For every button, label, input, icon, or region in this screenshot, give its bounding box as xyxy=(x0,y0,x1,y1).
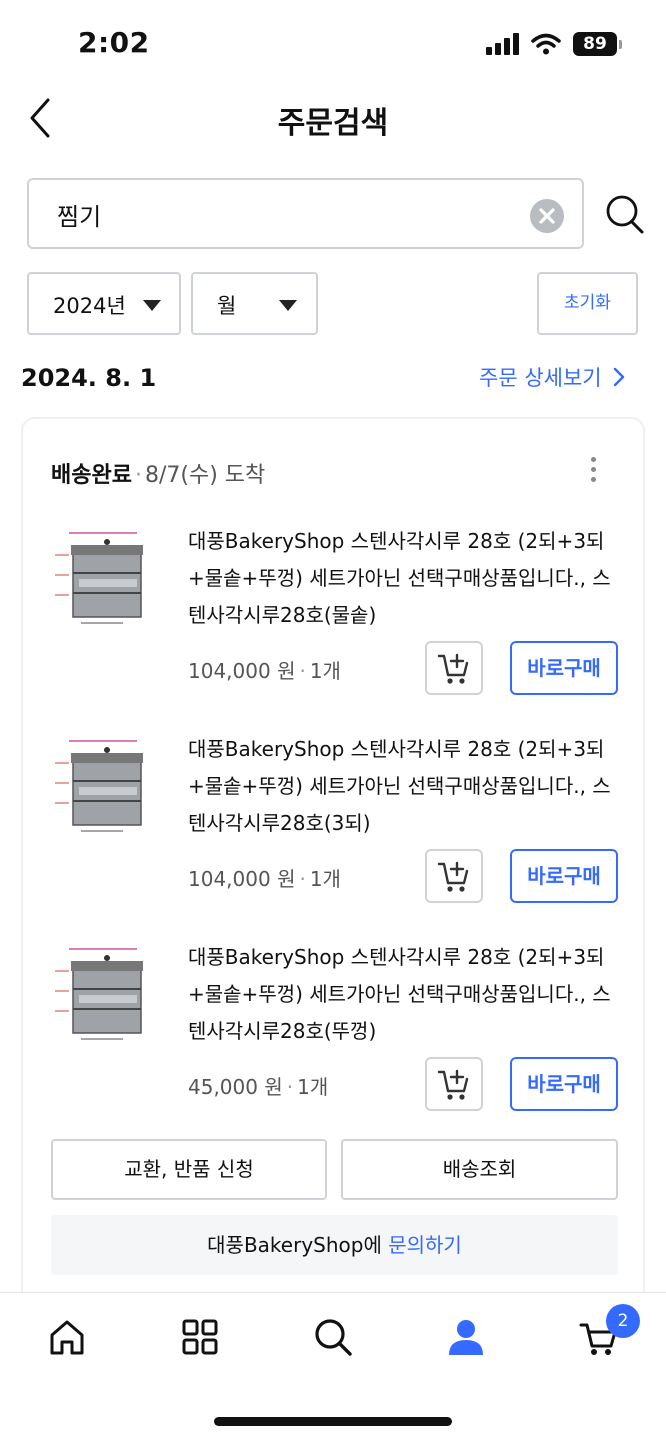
inquiry-link[interactable]: 문의하기 xyxy=(388,1233,462,1257)
buy-now-button[interactable]: 바로구매 xyxy=(510,1057,618,1111)
search-box xyxy=(27,178,584,249)
item-quantity: 1개 xyxy=(297,1075,329,1099)
product-thumbnail[interactable] xyxy=(51,941,151,1043)
page-title: 주문검색 xyxy=(277,106,389,141)
cart-add-icon xyxy=(437,1069,469,1100)
cart-count-badge: 2 xyxy=(606,1304,640,1338)
product-name[interactable]: 대풍BakeryShop 스텐사각시루 28호 (2되+3되+물솥+뚜껑) 세트… xyxy=(188,939,620,1050)
kebab-menu-icon xyxy=(583,457,603,482)
item-price-line: 104,000 원 · 1개 xyxy=(188,867,341,891)
track-delivery-button[interactable]: 배송조회 xyxy=(341,1139,618,1200)
product-name[interactable]: 대풍BakeryShop 스텐사각시루 28호 (2되+3되+물솥+뚜껑) 세트… xyxy=(188,523,620,634)
year-select-value: 2024년 xyxy=(53,294,126,318)
exchange-return-button[interactable]: 교환, 반품 신청 xyxy=(51,1139,327,1200)
battery-icon: 89 xyxy=(573,32,622,56)
item-quantity: 1개 xyxy=(309,867,341,891)
cart-add-icon xyxy=(437,653,469,684)
home-indicator xyxy=(214,1417,452,1426)
wifi-icon xyxy=(531,33,561,55)
seller-inquiry-text: 대풍BakeryShop에 xyxy=(207,1233,389,1257)
shipping-status: 배송완료 · 8/7(수) 도착 xyxy=(51,463,266,488)
status-time: 2:02 xyxy=(78,26,150,59)
cart-add-icon xyxy=(437,861,469,892)
status-bar: 2:02 89 xyxy=(0,0,666,90)
item-price: 45,000 원 xyxy=(188,1075,283,1099)
product-thumbnail[interactable] xyxy=(51,733,151,835)
search-icon xyxy=(606,195,644,234)
shipping-status-label: 배송완료 xyxy=(51,463,132,488)
tab-categories[interactable] xyxy=(178,1315,222,1359)
caret-down-icon xyxy=(143,300,161,311)
cellular-signal-icon xyxy=(486,33,519,55)
item-price: 104,000 원 xyxy=(188,867,296,891)
item-price: 104,000 원 xyxy=(188,659,296,683)
my-account-icon xyxy=(449,1320,483,1355)
buy-now-button[interactable]: 바로구매 xyxy=(510,849,618,903)
item-price-line: 45,000 원 · 1개 xyxy=(188,1075,329,1099)
product-name[interactable]: 대풍BakeryShop 스텐사각시루 28호 (2되+3되+물솥+뚜껑) 세트… xyxy=(188,731,620,842)
status-icons: 89 xyxy=(486,32,622,56)
clear-search-button[interactable] xyxy=(530,199,564,233)
order-detail-label: 주문 상세보기 xyxy=(479,366,602,390)
buy-now-button[interactable]: 바로구매 xyxy=(510,641,618,695)
month-select-value: 월 xyxy=(217,294,237,318)
chevron-right-icon xyxy=(613,367,624,387)
nav-header: 주문검색 xyxy=(0,90,666,148)
item-price-line: 104,000 원 · 1개 xyxy=(188,659,341,683)
item-quantity: 1개 xyxy=(309,659,341,683)
tab-search[interactable] xyxy=(311,1315,355,1359)
battery-level: 89 xyxy=(573,32,617,56)
arrival-date: 8/7(수) 도착 xyxy=(144,463,266,488)
category-grid-icon xyxy=(182,1319,218,1355)
year-select[interactable]: 2024년 xyxy=(27,272,181,335)
order-item: 대풍BakeryShop 스텐사각시루 28호 (2되+3되+물솥+뚜껑) 세트… xyxy=(23,731,643,921)
tab-home[interactable] xyxy=(45,1315,89,1359)
seller-inquiry-bar: 대풍BakeryShop에 문의하기 xyxy=(51,1215,618,1275)
order-card: 배송완료 · 8/7(수) 도착 대풍BakeryShop 스텐사각시루 28호 (… xyxy=(21,417,645,1317)
order-item: 대풍BakeryShop 스텐사각시루 28호 (2되+3되+물솥+뚜껑) 세트… xyxy=(23,939,643,1129)
add-to-cart-button[interactable] xyxy=(425,641,483,695)
close-icon xyxy=(539,208,555,224)
tab-my-account[interactable] xyxy=(444,1315,488,1359)
search-button[interactable] xyxy=(604,192,646,236)
caret-down-icon xyxy=(279,300,297,311)
search-icon xyxy=(315,1319,352,1356)
order-date: 2024. 8. 1 xyxy=(21,364,157,392)
reset-button[interactable]: 초기화 xyxy=(537,272,638,335)
more-options-button[interactable] xyxy=(583,457,603,487)
month-select[interactable]: 월 xyxy=(191,272,318,335)
order-detail-link[interactable]: 주문 상세보기 xyxy=(479,362,626,392)
product-thumbnail[interactable] xyxy=(51,525,151,627)
home-icon xyxy=(50,1320,84,1355)
add-to-cart-button[interactable] xyxy=(425,1057,483,1111)
search-input[interactable] xyxy=(57,194,517,234)
order-item: 대풍BakeryShop 스텐사각시루 28호 (2되+3되+물솥+뚜껑) 세트… xyxy=(23,523,643,713)
add-to-cart-button[interactable] xyxy=(425,849,483,903)
